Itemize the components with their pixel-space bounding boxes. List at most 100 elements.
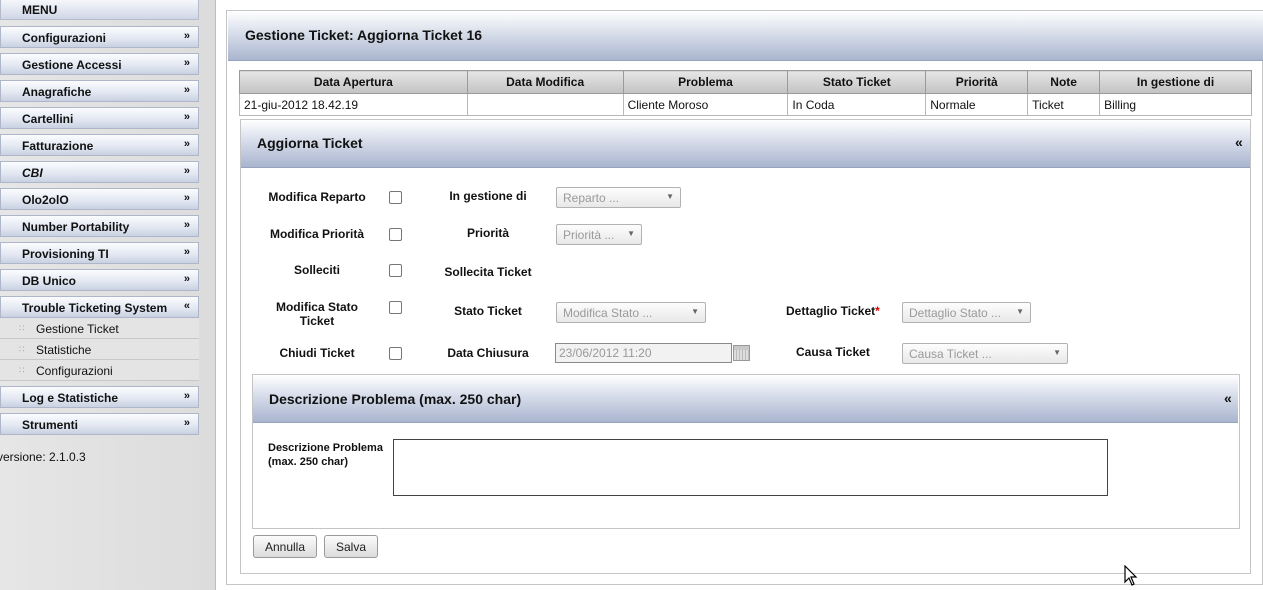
page-title: Gestione Ticket: Aggiorna Ticket 16 [245,27,483,43]
column-header-priorita: Priorità [925,70,1029,94]
cell-data-apertura: 21-giu-2012 18.42.19 [239,93,468,116]
priorita-select-value: Priorità ... [563,228,615,242]
cell-stato-ticket: In Coda [787,93,927,116]
collapse-icon[interactable]: « [1224,390,1232,406]
dropdown-arrow-icon: ▼ [1053,348,1061,357]
ticket-table: Data Apertura Data Modifica Problema Sta… [239,70,1252,116]
menu-item-label: Strumenti [22,418,79,432]
required-mark: * [875,304,880,318]
double-chevron-down-icon: » [183,30,190,42]
menu-item-label: CBI [22,166,43,180]
priorita-label: Priorità [466,226,509,240]
menu-title: MENU [0,0,199,20]
column-header-problema: Problema [622,70,789,94]
column-header-data-modifica: Data Modifica [466,70,624,94]
update-ticket-title: Aggiorna Ticket [257,135,363,151]
double-chevron-down-icon: » [183,165,190,177]
descrizione-title: Descrizione Problema (max. 250 char) [269,391,522,407]
solleciti-label: Solleciti [293,263,340,277]
stato-ticket-select[interactable]: Modifica Stato ... ▼ [556,302,706,323]
modifica-priorita-checkbox[interactable] [389,228,402,241]
menu-item-cartellini[interactable]: Cartellini » [0,107,199,129]
salva-button[interactable]: Salva [324,535,378,558]
dettaglio-ticket-select-value: Dettaglio Stato ... [909,306,1002,320]
table-row: 21-giu-2012 18.42.19 Cliente Moroso In C… [239,93,1252,116]
dettaglio-ticket-label: Dettaglio Ticket* [786,304,880,318]
menu-item-label: Log e Statistiche [22,391,119,405]
menu-item-label: DB Unico [22,274,76,288]
menu-item-configurazioni[interactable]: Configurazioni » [0,26,199,48]
menu-item-label: Fatturazione [22,139,94,153]
modifica-stato-ticket-label: Modifica Stato Ticket [275,300,358,328]
menu-item-anagrafiche[interactable]: Anagrafiche » [0,80,199,102]
menu-item-label: Gestione Accessi [22,58,122,72]
menu-item-strumenti[interactable]: Strumenti » [0,413,199,435]
menu-item-number-portability[interactable]: Number Portability » [0,215,199,237]
menu-item-trouble-ticketing-system[interactable]: Trouble Ticketing System « [0,296,199,318]
menu-item-cbi[interactable]: CBI » [0,161,199,183]
dropdown-arrow-icon: ▼ [691,307,699,316]
menu-item-label: Trouble Ticketing System [22,301,168,315]
solleciti-checkbox[interactable] [389,264,402,277]
reparto-select[interactable]: Reparto ... ▼ [556,187,681,208]
cell-problema: Cliente Moroso [622,93,789,116]
dropdown-arrow-icon: ▼ [666,192,674,201]
double-chevron-down-icon: » [183,192,190,204]
modifica-stato-ticket-checkbox[interactable] [389,301,402,314]
submenu-item-configurazioni[interactable]: ∷ Configurazioni [0,360,199,381]
dettaglio-ticket-select[interactable]: Dettaglio Stato ... ▼ [902,302,1031,323]
menu-item-label: Configurazioni [22,31,106,45]
modifica-reparto-label: Modifica Reparto [268,190,366,204]
annulla-button[interactable]: Annulla [253,535,317,558]
calendar-icon[interactable] [733,345,750,361]
double-chevron-down-icon: » [183,246,190,258]
menu-item-label: Number Portability [22,220,130,234]
collapse-icon[interactable]: « [1235,134,1243,150]
cell-note: Ticket [1027,93,1101,116]
submenu-item-statistiche[interactable]: ∷ Statistiche [0,339,199,360]
cell-priorita: Normale [925,93,1029,116]
menu-item-provisioning-ti[interactable]: Provisioning TI » [0,242,199,264]
double-chevron-down-icon: » [183,219,190,231]
stato-ticket-select-value: Modifica Stato ... [563,306,653,320]
column-header-in-gestione-di: In gestione di [1099,70,1252,94]
double-chevron-down-icon: » [183,417,190,429]
mouse-cursor-icon [1124,565,1138,586]
submenu-item-label: Statistiche [36,343,92,357]
bullet-icon: ∷ [19,344,25,354]
priorita-select[interactable]: Priorità ... ▼ [556,224,642,245]
update-ticket-header [241,120,1250,168]
menu-item-db-unico[interactable]: DB Unico » [0,269,199,291]
modifica-reparto-checkbox[interactable] [389,191,402,204]
reparto-select-value: Reparto ... [563,191,620,205]
dropdown-arrow-icon: ▼ [1016,307,1024,316]
menu-item-olo2olo[interactable]: Olo2olO » [0,188,199,210]
causa-ticket-label: Causa Ticket [796,345,870,359]
chiudi-ticket-checkbox[interactable] [389,347,402,360]
descrizione-label: Descrizione Problema (max. 250 char) [268,442,383,468]
column-header-stato-ticket: Stato Ticket [787,70,927,94]
double-chevron-down-icon: » [183,390,190,402]
menu-item-label: Anagrafiche [22,85,92,99]
chiudi-ticket-label: Chiudi Ticket [279,346,355,360]
submenu-item-gestione-ticket[interactable]: ∷ Gestione Ticket [0,318,199,339]
column-header-data-apertura: Data Apertura [239,70,468,94]
dettaglio-ticket-label-text: Dettaglio Ticket [786,304,876,318]
menu-item-fatturazione[interactable]: Fatturazione » [0,134,199,156]
sidebar: MENU Configurazioni » Gestione Accessi »… [0,0,216,590]
table-header-row: Data Apertura Data Modifica Problema Sta… [239,70,1252,94]
menu-item-gestione-accessi[interactable]: Gestione Accessi » [0,53,199,75]
double-chevron-down-icon: » [183,138,190,150]
menu-item-label: Cartellini [22,112,74,126]
double-chevron-down-icon: » [183,57,190,69]
menu-item-log-e-statistiche[interactable]: Log e Statistiche » [0,386,199,408]
version-text: versione: 2.1.0.3 [0,450,86,464]
data-chiusura-input[interactable] [555,343,732,363]
descrizione-textarea[interactable] [393,439,1108,496]
data-chiusura-label: Data Chiusura [447,346,529,360]
causa-ticket-select-value: Causa Ticket ... [909,347,992,361]
cell-data-modifica [466,93,624,116]
causa-ticket-select[interactable]: Causa Ticket ... ▼ [902,343,1068,364]
in-gestione-di-label: In gestione di [449,189,527,203]
column-header-note: Note [1027,70,1101,94]
